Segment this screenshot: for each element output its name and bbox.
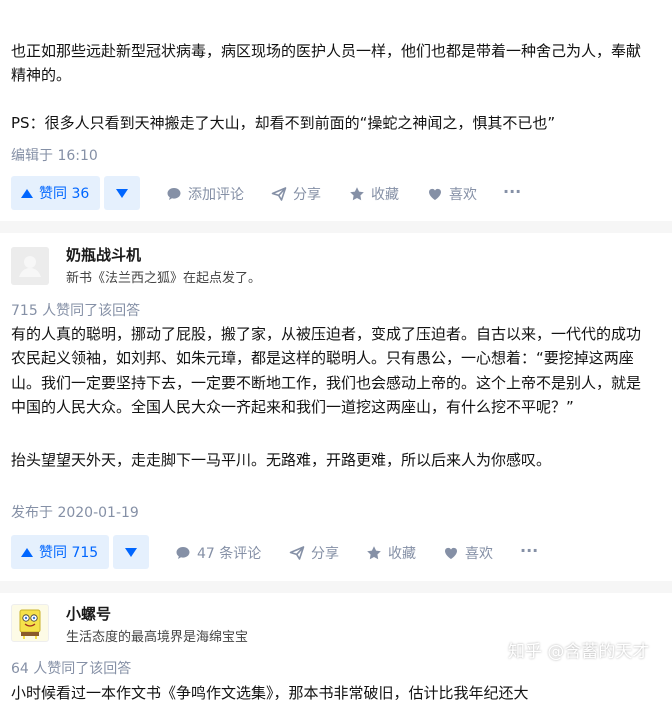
upvote-label: 赞同 715 bbox=[39, 545, 99, 561]
comment-icon bbox=[176, 547, 190, 559]
comment-icon bbox=[167, 188, 181, 200]
like-label: 喜欢 bbox=[449, 187, 477, 203]
downvote-button[interactable] bbox=[104, 176, 140, 210]
answer-text-line: 中国的人民大众。全国人民大众一齐起来和我们一道挖这两座山，有什么挖不平呢？” bbox=[11, 398, 574, 416]
answer-text-line: 也正如那些远赴新型冠状病毒，病区现场的医护人员一样，他们也都是带着一种舍己为人，… bbox=[11, 42, 642, 60]
like-label: 喜欢 bbox=[465, 546, 493, 562]
author-name[interactable]: 奶瓶战斗机 bbox=[66, 244, 141, 265]
favorite-label: 收藏 bbox=[388, 546, 416, 562]
upvote-label: 赞同 36 bbox=[39, 186, 90, 202]
published-time[interactable]: 发布于 2020-01-19 bbox=[11, 502, 139, 522]
answer-separator bbox=[0, 581, 672, 593]
watermark: 知乎 @含蓄的天才 bbox=[508, 642, 650, 662]
comment-button[interactable]: 47 条评论 bbox=[175, 543, 261, 563]
share-icon bbox=[271, 187, 287, 201]
answer-separator bbox=[0, 221, 672, 233]
default-avatar-icon bbox=[11, 247, 49, 285]
share-label: 分享 bbox=[311, 546, 339, 562]
heart-icon bbox=[429, 188, 441, 200]
more-button[interactable]: ··· bbox=[520, 541, 538, 560]
upvote-button[interactable]: 赞同 715 bbox=[11, 535, 109, 569]
downvote-arrow-icon bbox=[125, 547, 137, 557]
answer-text-line: 农民起义领袖，如刘邦、如朱元璋，都是这样的聪明人。只有愚公，一心想着：“要挖掉这… bbox=[11, 349, 634, 367]
more-button[interactable]: ··· bbox=[503, 182, 521, 201]
author-bio: 生活态度的最高境界是海绵宝宝 bbox=[66, 630, 249, 645]
edited-time[interactable]: 编辑于 16:10 bbox=[11, 145, 98, 165]
downvote-arrow-icon bbox=[116, 188, 128, 198]
share-button[interactable]: 分享 bbox=[271, 184, 321, 204]
upvote-arrow-icon bbox=[21, 547, 33, 557]
spongebob-avatar-icon bbox=[19, 609, 41, 639]
avatar[interactable] bbox=[11, 247, 49, 285]
downvote-button[interactable] bbox=[113, 535, 149, 569]
answer-text-line: 小时候看过一本作文书《争鸣作文选集》，那本书非常破旧，估计比我年纪还大 bbox=[11, 684, 529, 702]
comment-label: 添加评论 bbox=[188, 187, 244, 203]
share-label: 分享 bbox=[293, 187, 321, 203]
share-icon bbox=[289, 546, 305, 560]
favorite-button[interactable]: 收藏 bbox=[349, 184, 399, 204]
favorite-button[interactable]: 收藏 bbox=[366, 543, 416, 563]
like-button[interactable]: 喜欢 bbox=[443, 543, 493, 563]
like-button[interactable]: 喜欢 bbox=[427, 184, 477, 204]
author-name[interactable]: 小螺号 bbox=[66, 603, 111, 624]
answer-text-line: 精神的。 bbox=[11, 66, 72, 84]
comment-button[interactable]: 添加评论 bbox=[166, 184, 244, 204]
upvoter-count[interactable]: 715 人赞同了该回答 bbox=[11, 300, 140, 320]
upvoter-count[interactable]: 64 人赞同了该回答 bbox=[11, 658, 131, 678]
answer-text-line: PS：很多人只看到天神搬走了大山，却看不到前面的“操蛇之神闻之，惧其不已也” bbox=[11, 114, 556, 132]
answer-text-line: 山。我们一定要坚持下去，一定要不断地工作，我们也会感动上帝的。这个上帝不是别人，… bbox=[11, 374, 642, 392]
answer-text-line: 有的人真的聪明，挪动了屁股，搬了家，从被压迫者，变成了压迫者。自古以来，一代代的… bbox=[11, 325, 642, 343]
favorite-label: 收藏 bbox=[371, 187, 399, 203]
comment-label: 47 条评论 bbox=[197, 546, 262, 562]
heart-icon bbox=[445, 547, 457, 559]
star-icon bbox=[367, 546, 381, 560]
avatar[interactable] bbox=[11, 604, 49, 642]
answer-text-line: 抬头望望天外天，走走脚下一马平川。无路难，开路更难，所以后来人为你感叹。 bbox=[11, 451, 552, 469]
upvote-arrow-icon bbox=[21, 188, 33, 198]
star-icon bbox=[350, 187, 364, 201]
upvote-button[interactable]: 赞同 36 bbox=[11, 176, 100, 210]
author-bio: 新书《法兰西之狐》在起点发了。 bbox=[66, 271, 262, 286]
share-button[interactable]: 分享 bbox=[289, 543, 339, 563]
